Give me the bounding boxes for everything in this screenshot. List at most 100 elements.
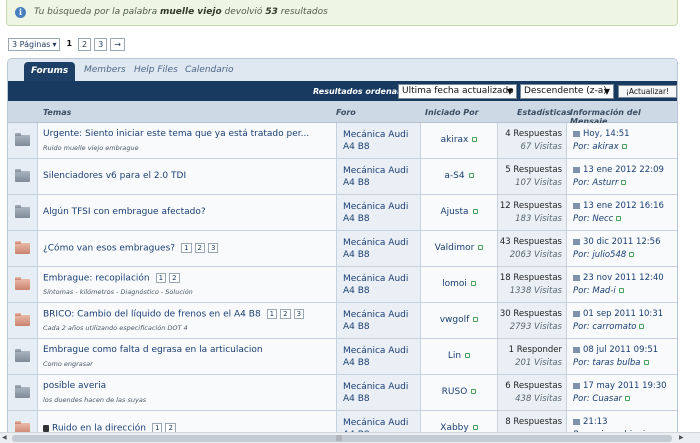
- replies-count[interactable]: 1 Responder: [509, 345, 562, 355]
- topic-page-link[interactable]: 2: [280, 309, 291, 319]
- scroll-left-icon[interactable]: ◀: [2, 434, 7, 441]
- topic-page-link[interactable]: 2: [194, 243, 205, 253]
- go-to-last-post-icon[interactable]: [573, 202, 580, 209]
- user-card-icon[interactable]: [472, 137, 478, 142]
- forum-link[interactable]: Mecánica Audi A4 B8: [343, 381, 421, 405]
- topic-page-link[interactable]: 1: [181, 243, 192, 253]
- forum-link[interactable]: Mecánica Audi A4 B8: [343, 345, 421, 369]
- forum-link[interactable]: Mecánica Audi A4 B8: [343, 417, 421, 432]
- last-poster-link[interactable]: Por: Asturr: [573, 178, 618, 188]
- last-post-date[interactable]: 08 jul 2011 09:51: [583, 345, 658, 355]
- user-card-icon[interactable]: [643, 360, 649, 365]
- user-card-icon[interactable]: [629, 252, 635, 257]
- go-to-last-post-icon[interactable]: [573, 382, 580, 389]
- go-to-last-post-icon[interactable]: [573, 166, 580, 173]
- go-to-last-post-icon[interactable]: [573, 418, 580, 425]
- tab-members[interactable]: Members: [84, 65, 126, 75]
- last-post-date[interactable]: 21:13: [583, 417, 608, 427]
- column-topics[interactable]: Temas: [43, 108, 71, 117]
- user-card-icon[interactable]: [478, 245, 484, 250]
- tab-forums[interactable]: Forums: [24, 62, 76, 81]
- replies-count[interactable]: 8 Respuestas: [505, 417, 562, 427]
- replies-count[interactable]: 12 Respuestas: [500, 201, 562, 211]
- starter-link[interactable]: Ajusta: [440, 207, 468, 217]
- starter-link[interactable]: RUSO: [442, 387, 468, 397]
- starter-link[interactable]: vwgolf: [440, 315, 470, 325]
- user-card-icon[interactable]: [468, 173, 474, 178]
- column-stats[interactable]: Estadísticas: [517, 108, 571, 117]
- user-card-icon[interactable]: [472, 425, 478, 430]
- topic-page-link[interactable]: 1: [266, 309, 278, 319]
- go-to-last-post-icon[interactable]: [573, 238, 580, 245]
- last-post-date[interactable]: 13 ene 2012 16:16: [583, 201, 664, 211]
- last-poster-link[interactable]: Por: julio548: [573, 250, 626, 260]
- go-to-last-post-icon[interactable]: [573, 130, 580, 137]
- starter-link[interactable]: Valdimor: [435, 243, 475, 253]
- topic-page-link[interactable]: 1: [155, 273, 167, 283]
- last-poster-link[interactable]: Por: akirax: [573, 142, 619, 152]
- replies-count[interactable]: 4 Respuestas: [505, 129, 562, 139]
- scroll-right-icon[interactable]: ▶: [679, 434, 684, 441]
- user-card-icon[interactable]: [470, 281, 476, 286]
- forum-link[interactable]: Mecánica Audi A4 B8: [343, 237, 421, 261]
- topic-title-link[interactable]: Embrague como falta d egrasa en la artic…: [43, 345, 263, 355]
- topic-title-link[interactable]: Algún TFSI con embrague afectado?: [43, 207, 206, 217]
- topic-title-link[interactable]: Embrague: recopilación: [43, 274, 150, 284]
- page-link-2[interactable]: 2: [78, 38, 92, 51]
- forum-link[interactable]: Mecánica Audi A4 B8: [343, 165, 421, 189]
- starter-link[interactable]: Xabby: [440, 423, 468, 432]
- last-post-date[interactable]: 23 nov 2011 12:40: [583, 273, 664, 283]
- last-poster-link[interactable]: Por: Necc: [573, 214, 613, 224]
- topic-page-link[interactable]: 3: [207, 243, 219, 253]
- user-card-icon[interactable]: [472, 209, 478, 214]
- horizontal-scrollbar[interactable]: ◀ ||| ▶: [0, 432, 700, 443]
- sort-direction-select[interactable]: Descendente (z-a) ▼: [520, 84, 614, 99]
- column-started-by[interactable]: Iniciado Por: [425, 108, 479, 117]
- user-card-icon[interactable]: [616, 216, 622, 221]
- replies-count[interactable]: 43 Respuestas: [500, 237, 562, 247]
- page-jump-dropdown[interactable]: 3 Páginas: [8, 38, 61, 51]
- replies-count[interactable]: 18 Respuestas: [500, 273, 562, 283]
- replies-count[interactable]: 6 Respuestas: [505, 381, 562, 391]
- forum-link[interactable]: Mecánica Audi A4 B8: [343, 201, 421, 225]
- topic-page-link[interactable]: 2: [169, 273, 180, 283]
- last-post-date[interactable]: 17 may 2011 19:30: [583, 381, 667, 391]
- topic-title-link[interactable]: posible averia: [43, 381, 106, 391]
- topic-title-link[interactable]: BRICO: Cambio del líquido de frenos en e…: [43, 310, 261, 320]
- replies-count[interactable]: 5 Respuestas: [505, 165, 562, 175]
- page-link-3[interactable]: 3: [94, 38, 108, 51]
- last-poster-link[interactable]: Por: carromato: [573, 322, 636, 332]
- next-page-arrow-icon[interactable]: →: [110, 38, 125, 51]
- go-to-last-post-icon[interactable]: [573, 274, 580, 281]
- last-post-date[interactable]: 01 sep 2011 10:31: [583, 309, 663, 319]
- topic-title-link[interactable]: Ruido en la dirección: [52, 424, 146, 433]
- user-card-icon[interactable]: [618, 288, 624, 293]
- topic-title-link[interactable]: Silenciadores v6 para el 2.0 TDI: [43, 171, 186, 181]
- last-post-date[interactable]: 13 ene 2012 22:09: [583, 165, 664, 175]
- starter-link[interactable]: lomoi: [442, 279, 467, 289]
- go-to-last-post-icon[interactable]: [573, 346, 580, 353]
- tab-calendario[interactable]: Calendario: [185, 65, 233, 75]
- last-poster-link[interactable]: Por: Cuasar: [573, 394, 622, 404]
- topic-page-link[interactable]: 1: [151, 423, 163, 432]
- topic-title-link[interactable]: Urgente: Siento iniciar este tema que ya…: [43, 129, 309, 139]
- topic-page-link[interactable]: 2: [165, 423, 176, 432]
- starter-link[interactable]: akirax: [441, 135, 469, 145]
- forum-link[interactable]: Mecánica Audi A4 B8: [343, 309, 421, 333]
- topic-page-link[interactable]: 3: [293, 309, 305, 319]
- column-forum[interactable]: Foro: [336, 108, 356, 117]
- user-card-icon[interactable]: [471, 389, 477, 394]
- forum-link[interactable]: Mecánica Audi A4 B8: [343, 129, 421, 153]
- topic-title-link[interactable]: ¿Cómo van esos embragues?: [43, 244, 175, 254]
- tab-help-files[interactable]: Help Files: [134, 65, 178, 75]
- last-post-date[interactable]: Hoy, 14:51: [583, 129, 630, 139]
- last-post-date[interactable]: 30 dic 2011 12:56: [583, 237, 660, 247]
- sort-field-select[interactable]: Ultima fecha actualizado ▼: [398, 84, 517, 99]
- last-poster-link[interactable]: Por: taras bulba: [573, 358, 641, 368]
- update-button[interactable]: ¡Actualizar!: [618, 85, 677, 98]
- replies-count[interactable]: 30 Respuestas: [500, 309, 562, 319]
- user-card-icon[interactable]: [625, 396, 631, 401]
- last-poster-link[interactable]: Por: Mad-i: [573, 286, 616, 296]
- go-to-last-post-icon[interactable]: [573, 310, 580, 317]
- starter-link[interactable]: Lin: [448, 351, 461, 361]
